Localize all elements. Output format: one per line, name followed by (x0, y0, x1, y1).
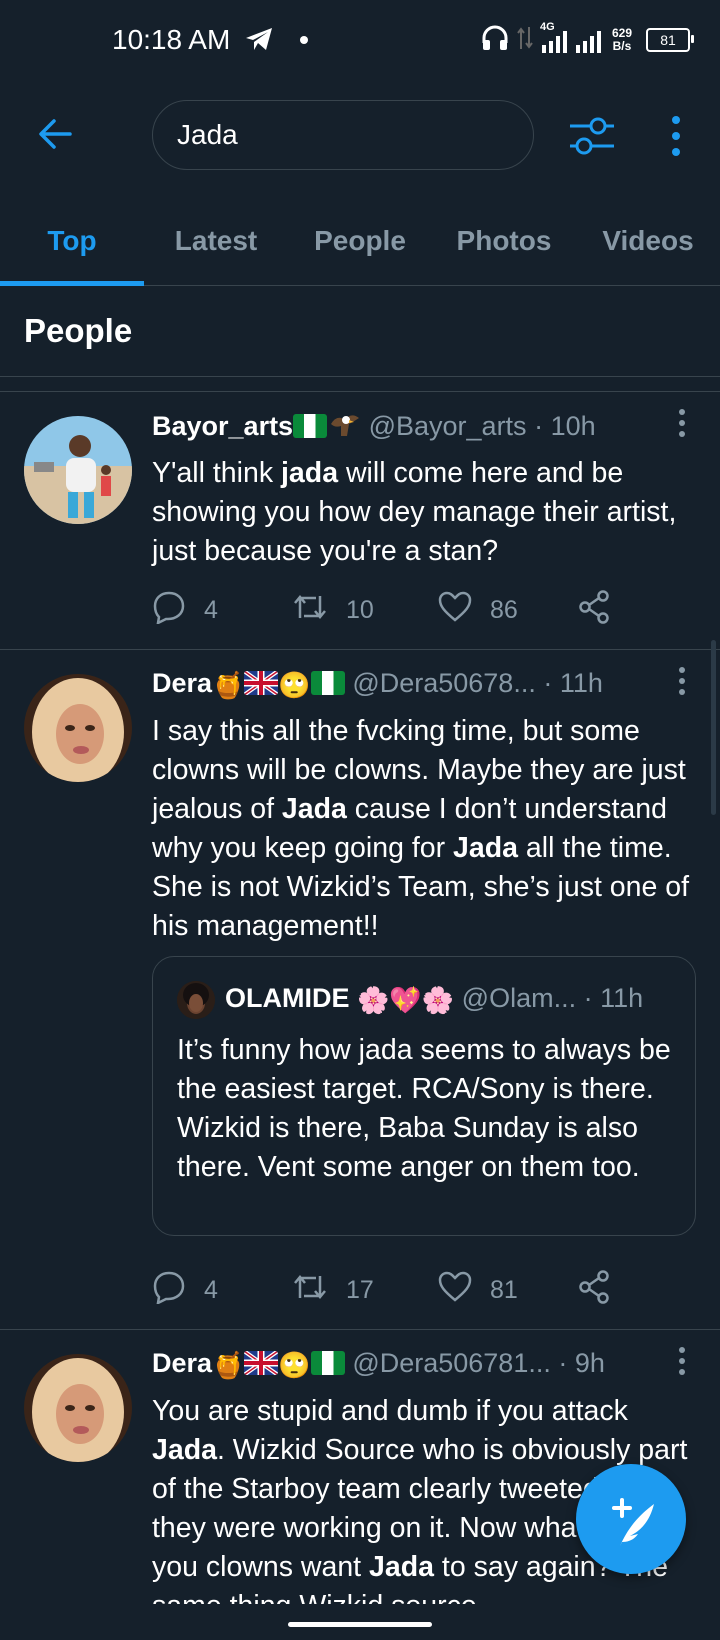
tweet[interactable]: Dera🍯 🙄 @Dera50678... · 11h I say this al… (0, 650, 720, 1330)
headphones-icon (480, 25, 510, 56)
reply-button[interactable]: 4 (152, 1270, 218, 1310)
tweet-options-icon[interactable] (676, 1346, 688, 1381)
active-tab-indicator (0, 281, 144, 286)
tweet-time: · 10h (534, 411, 596, 441)
tweet-options-icon[interactable] (676, 666, 688, 701)
uk-flag-icon (244, 671, 279, 695)
tweet-header: Dera🍯 🙄 @Dera50678... · 11h (152, 668, 696, 701)
share-button[interactable] (578, 1269, 610, 1311)
retweet-button[interactable]: 17 (292, 1270, 374, 1310)
retweet-icon (292, 592, 328, 629)
author-name[interactable]: Dera (152, 668, 212, 698)
tweet-actions: 4 17 81 (152, 1269, 622, 1311)
tweet-time: · 11h (543, 668, 603, 698)
nigeria-flag-icon (310, 671, 345, 695)
nigeria-flag-icon (310, 1351, 345, 1375)
quoted-author-handle: @Olam... (461, 983, 577, 1013)
avatar[interactable] (24, 674, 132, 782)
retweet-count: 10 (346, 595, 374, 624)
honey-pot-icon: 🍯 (212, 1350, 245, 1380)
tweet-actions: 4 10 86 (152, 589, 622, 631)
author-name[interactable]: Bayor_arts (152, 411, 293, 441)
tweet[interactable]: Bayor_arts @Bayor_arts · 10h Y'all think… (0, 392, 720, 650)
tab-people[interactable]: People (288, 225, 432, 257)
nigeria-flag-icon (293, 414, 328, 438)
search-input[interactable]: Jada (152, 100, 534, 170)
tab-videos[interactable]: Videos (576, 225, 720, 257)
section-divider (0, 376, 720, 392)
overflow-menu-icon[interactable] (668, 114, 684, 163)
reply-button[interactable]: 4 (152, 590, 218, 630)
reply-icon (152, 1270, 186, 1311)
compose-tweet-button[interactable] (576, 1464, 686, 1574)
battery-icon: 81 (646, 28, 694, 52)
tab-top[interactable]: Top (0, 225, 144, 257)
home-gesture-bar[interactable] (288, 1622, 432, 1627)
tab-latest[interactable]: Latest (144, 225, 288, 257)
scrollbar-thumb[interactable] (711, 640, 716, 815)
quoted-avatar[interactable] (177, 981, 215, 1019)
share-button[interactable] (578, 589, 610, 631)
section-title: People (24, 312, 133, 349)
honey-pot-icon: 🍯 (212, 670, 245, 700)
tweet-time: · 9h (558, 1348, 605, 1378)
blossom-icon: 🌸 (357, 985, 390, 1015)
blossom-icon: 🌸 (421, 985, 455, 1015)
heart-icon (438, 591, 472, 630)
like-count: 86 (490, 595, 518, 624)
clock: 10:18 AM (112, 24, 231, 55)
notification-dot (300, 36, 308, 44)
search-header: Jada (0, 80, 720, 190)
tab-photos[interactable]: Photos (432, 225, 576, 257)
retweet-icon (292, 1272, 328, 1309)
author-name[interactable]: Dera (152, 1348, 212, 1378)
data-rate: 629 B/s (611, 26, 632, 53)
quoted-tweet-time: · 11h (583, 983, 644, 1013)
reply-count: 4 (204, 595, 218, 624)
like-count: 81 (490, 1275, 518, 1304)
sparkling-heart-icon: 💖 (389, 985, 422, 1015)
avatar[interactable] (24, 1354, 132, 1462)
status-icons: 4G 629 B/s 81 (480, 20, 694, 60)
system-nav-bar (0, 1604, 720, 1640)
tweet-options-icon[interactable] (676, 408, 688, 443)
author-handle[interactable]: @Bayor_arts (369, 411, 527, 441)
quoted-tweet-text: It’s funny how jada seems to always be t… (177, 1034, 671, 1183)
back-arrow-icon[interactable] (36, 114, 76, 159)
author-handle[interactable]: @Dera50678... (352, 668, 536, 698)
search-tabs: Top Latest People Photos Videos (0, 205, 720, 286)
tweet-header: Dera🍯 🙄 @Dera506781... · 9h (152, 1348, 696, 1381)
like-button[interactable]: 86 (438, 590, 518, 630)
eye-roll-icon: 🙄 (278, 1350, 311, 1380)
quoted-author-name: OLAMIDE (225, 983, 350, 1013)
quoted-tweet-header: OLAMIDE 🌸💖🌸 @Olam... · 11h (225, 983, 643, 1016)
tweet-text: Y'all think jada will come here and be s… (152, 457, 677, 567)
retweet-button[interactable]: 10 (292, 590, 374, 630)
tweet-text: I say this all the fvcking time, but som… (152, 715, 690, 942)
tweet-header: Bayor_arts @Bayor_arts · 10h (152, 410, 696, 442)
status-bar: 10:18 AM 4G 629 B/s 81 (0, 0, 720, 80)
heart-icon (438, 1271, 472, 1310)
signal-icon: 4G (540, 21, 606, 55)
eagle-icon (327, 411, 361, 441)
avatar[interactable] (24, 416, 132, 524)
retweet-count: 17 (346, 1275, 374, 1304)
like-button[interactable]: 81 (438, 1270, 518, 1310)
telegram-icon (244, 26, 274, 57)
search-filter-icon[interactable] (568, 114, 616, 163)
author-handle[interactable]: @Dera506781... (352, 1348, 551, 1378)
eye-roll-icon: 🙄 (278, 670, 311, 700)
reply-count: 4 (204, 1275, 218, 1304)
uk-flag-icon (244, 1351, 279, 1375)
share-icon (578, 1269, 610, 1311)
battery-level: 81 (660, 32, 676, 48)
quoted-tweet[interactable]: OLAMIDE 🌸💖🌸 @Olam... · 11h It’s funny ho… (152, 956, 696, 1236)
share-icon (578, 589, 610, 631)
reply-icon (152, 590, 186, 631)
data-transfer-icon (516, 25, 534, 56)
compose-feather-icon (576, 1498, 686, 1578)
